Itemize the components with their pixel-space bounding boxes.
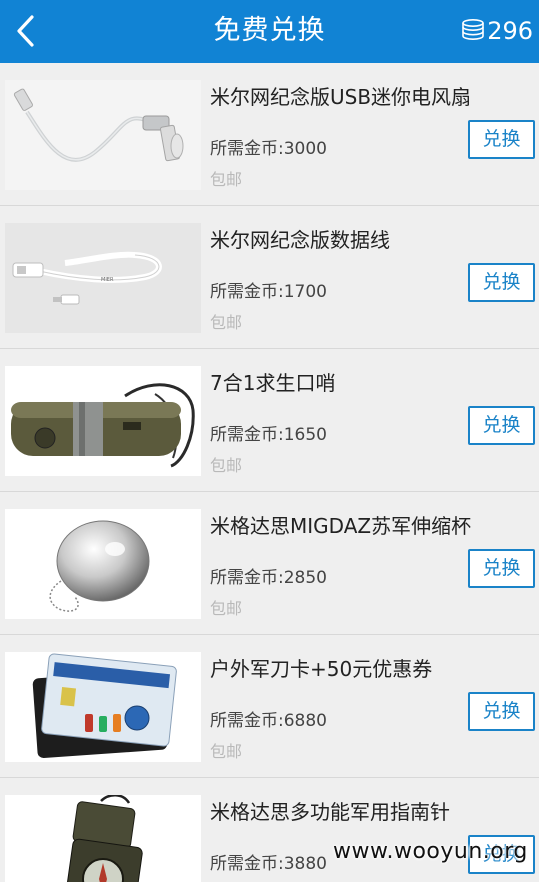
product-price: 所需金币:3000 <box>210 139 327 159</box>
product-price: 所需金币:1650 <box>210 425 327 445</box>
page-title: 免费兑换 <box>213 15 326 46</box>
redeem-button[interactable]: 兑换 <box>468 120 535 159</box>
shipping-label: 包邮 <box>210 599 243 618</box>
redeem-button[interactable]: 兑换 <box>468 549 535 588</box>
product-item: 户外军刀卡+50元优惠券 所需金币:6880 包邮 兑换 <box>0 635 539 778</box>
product-price: 所需金币:3880 <box>210 854 327 874</box>
product-price: 所需金币:1700 <box>210 282 327 302</box>
product-list: 米尔网纪念版USB迷你电风扇 所需金币:3000 包邮 兑换 MIER 米尔网纪… <box>0 63 539 882</box>
product-item: 米格达思多功能军用指南针 所需金币:3880 包邮 兑换 <box>0 778 539 882</box>
product-name: 户外军刀卡+50元优惠券 <box>210 657 433 681</box>
app-header: 免费兑换 296 <box>0 0 539 63</box>
product-name: 米尔网纪念版USB迷你电风扇 <box>210 85 472 109</box>
product-item: 米尔网纪念版USB迷你电风扇 所需金币:3000 包邮 兑换 <box>0 63 539 206</box>
redeem-button[interactable]: 兑换 <box>468 692 535 731</box>
shipping-label: 包邮 <box>210 170 243 189</box>
product-item: 7合1求生口哨 所需金币:1650 包邮 兑换 <box>0 349 539 492</box>
redeem-button[interactable]: 兑换 <box>468 406 535 445</box>
product-image-knife-card <box>5 652 201 762</box>
product-name: 米尔网纪念版数据线 <box>210 228 390 252</box>
product-image-military-compass <box>5 795 201 882</box>
product-price: 所需金币:6880 <box>210 711 327 731</box>
coin-stack-icon <box>462 18 484 41</box>
product-image-usb-fan <box>5 80 201 190</box>
coin-count: 296 <box>487 17 533 45</box>
product-image-collapsible-cup <box>5 509 201 619</box>
product-price: 所需金币:2850 <box>210 568 327 588</box>
svg-text:MIER: MIER <box>101 277 114 283</box>
product-image-data-cable: MIER <box>5 223 201 333</box>
product-name: 米格达思多功能军用指南针 <box>210 800 450 824</box>
watermark-text: www.wooyun.org <box>333 839 528 864</box>
product-image-survival-whistle <box>5 366 201 476</box>
product-item: MIER 米尔网纪念版数据线 所需金币:1700 包邮 兑换 <box>0 206 539 349</box>
shipping-label: 包邮 <box>210 742 243 761</box>
redeem-button[interactable]: 兑换 <box>468 263 535 302</box>
product-item: 米格达思MIGDAZ苏军伸缩杯 所需金币:2850 包邮 兑换 <box>0 492 539 635</box>
shipping-label: 包邮 <box>210 456 243 475</box>
coin-balance: 296 <box>460 14 533 48</box>
product-name: 7合1求生口哨 <box>210 371 336 395</box>
product-name: 米格达思MIGDAZ苏军伸缩杯 <box>210 514 472 538</box>
shipping-label: 包邮 <box>210 313 243 332</box>
